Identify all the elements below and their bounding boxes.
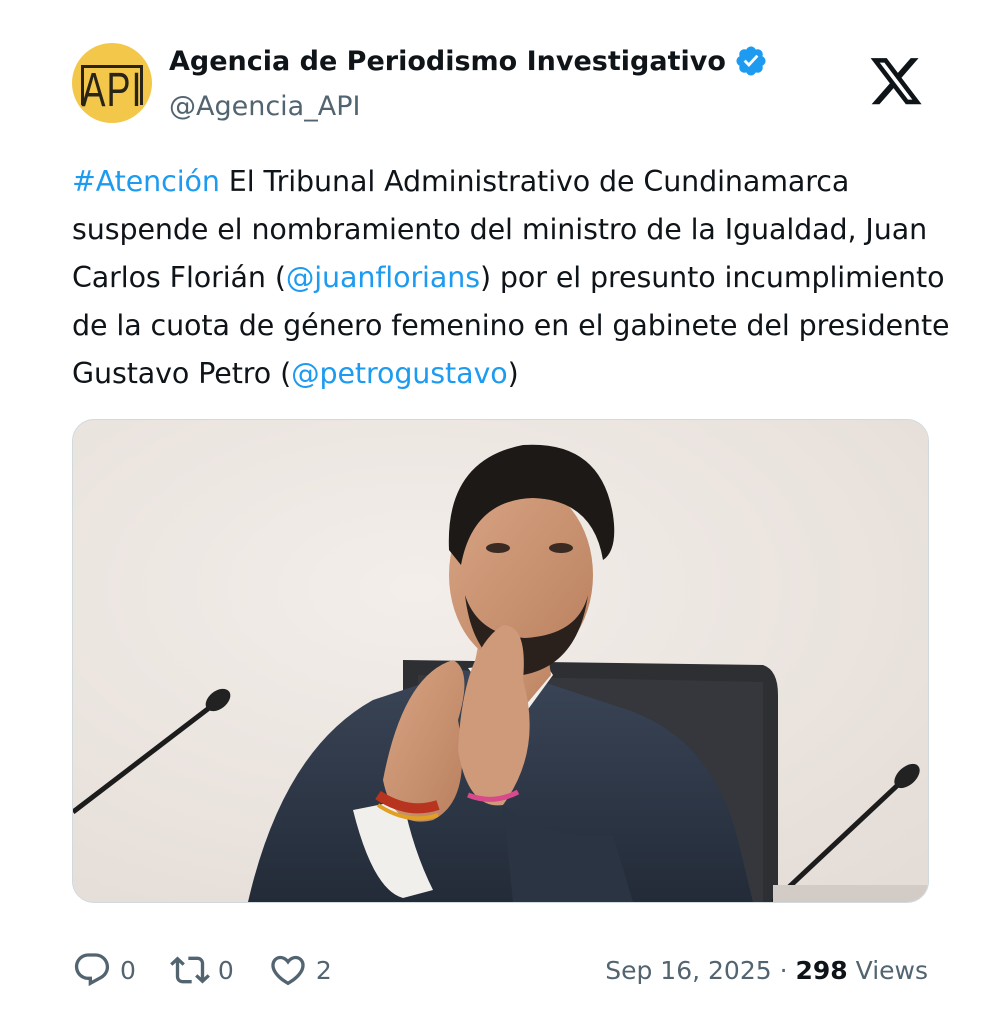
hashtag-link[interactable]: #Atención [72,165,220,198]
api-logo-icon: API [81,61,143,117]
author-handle[interactable]: @Agencia_API [169,91,360,122]
reply-icon [74,953,110,987]
reply-button[interactable]: 0 [72,950,136,990]
tweet-card: API Agencia de Periodismo Investigativo … [0,0,996,1021]
author-name-text: Agencia de Periodismo Investigativo [169,45,726,77]
mention-link-juanflorians[interactable]: @juanflorians [286,261,480,294]
tweet-footer: 0 0 2 Sep 16, 2025 · 298 Views [72,946,928,994]
tweet-photo[interactable] [72,419,929,903]
verified-badge-icon [736,46,766,76]
author-name[interactable]: Agencia de Periodismo Investigativo [169,44,768,78]
reply-count: 0 [120,955,136,985]
retweet-icon [170,956,210,984]
tweet-text-segment: ) [507,357,519,390]
retweet-button[interactable]: 0 [170,950,234,990]
x-logo-icon[interactable] [867,57,925,109]
like-count: 2 [315,955,332,985]
tweet-text: #Atención El Tribunal Administrativo de … [72,158,952,398]
views-label: Views [855,955,928,985]
avatar[interactable]: API [72,43,152,123]
retweet-count: 0 [217,955,234,985]
tweet-meta: Sep 16, 2025 · 298 Views [605,956,928,985]
like-button[interactable]: 2 [268,950,332,990]
photo-man-clapping-icon [73,420,928,902]
tweet-date[interactable]: Sep 16, 2025 [605,956,771,985]
views-count: 298 [795,955,848,985]
mention-link-petrogustavo[interactable]: @petrogustavo [291,357,508,390]
meta-separator: · [779,955,788,985]
heart-icon [271,955,305,986]
